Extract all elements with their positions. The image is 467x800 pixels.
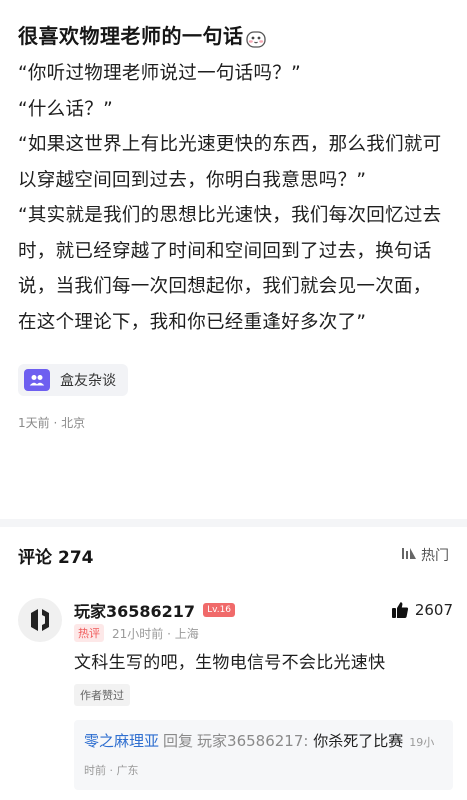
post-body: “你听过物理老师说过一句话吗？” “什么话？” “如果这世界上有比光速更快的东西… (18, 56, 449, 340)
comments-title-label: 评论 (18, 547, 52, 568)
comment-subline: 热评 21小时前 · 上海 (74, 624, 453, 642)
post: 很喜欢物理老师的一句话 “你听过物理老师说过一句话吗？” “什么话？” “如果这… (0, 0, 467, 431)
comment-username[interactable]: 玩家36586217 (74, 598, 195, 622)
reply-username[interactable]: 零之麻理亚 (84, 732, 159, 750)
section-divider (0, 519, 467, 527)
thumbs-up-icon (391, 602, 408, 618)
post-title: 很喜欢物理老师的一句话 (18, 0, 449, 50)
post-paragraph: “其实就是我们的思想比光速快，我们每次回忆过去时，就已经穿越了时间和空间回到了过… (18, 205, 442, 333)
comment-body: 玩家36586217 Lv.16 2607 热评 21小时前 · 上海 文科生写… (74, 598, 453, 790)
reply-item[interactable]: 零之麻理亚 回复 玩家36586217: 你杀死了比赛 19小时前 · 广东 (74, 720, 453, 790)
topic-tag-label: 盒友杂谈 (60, 373, 116, 389)
avatar-logo-icon (31, 609, 49, 631)
comments-header: 评论 274 热门 (18, 542, 449, 568)
sort-icon (401, 546, 417, 564)
comments-title: 评论 274 (18, 543, 94, 568)
like-count: 2607 (414, 601, 453, 619)
post-paragraph: “如果这世界上有比光速更快的东西，那么我们就可以穿越空间回到过去，你明白我意思吗… (18, 134, 442, 191)
post-paragraph: “什么话？” (18, 98, 113, 120)
comment-header: 玩家36586217 Lv.16 2607 (74, 598, 453, 622)
post-paragraph: “你听过物理老师说过一句话吗？” (18, 63, 301, 84)
face-emoji-icon (245, 27, 266, 48)
post-title-text: 很喜欢物理老师的一句话 (18, 24, 244, 48)
topic-tag[interactable]: 盒友杂谈 (18, 364, 128, 396)
like-button[interactable]: 2607 (391, 601, 453, 619)
sort-label: 热门 (421, 548, 449, 564)
avatar[interactable] (18, 598, 62, 642)
level-badge: Lv.16 (203, 603, 236, 617)
comments-count: 274 (58, 547, 94, 568)
reply-verb: 回复 (163, 732, 194, 750)
hot-comment-badge: 热评 (74, 624, 104, 642)
group-icon (24, 369, 50, 391)
author-liked-badge: 作者赞过 (74, 684, 130, 706)
sort-hot-button[interactable]: 热门 (401, 545, 449, 565)
comment-time-location: 21小时前 · 上海 (112, 626, 199, 641)
comment-text: 文科生写的吧，生物电信号不会比光速快 (74, 653, 386, 673)
post-meta: 1天前 · 北京 (18, 416, 86, 430)
reply-target-user[interactable]: 玩家36586217: (197, 732, 308, 750)
reply-text: 你杀死了比赛 (313, 732, 404, 750)
